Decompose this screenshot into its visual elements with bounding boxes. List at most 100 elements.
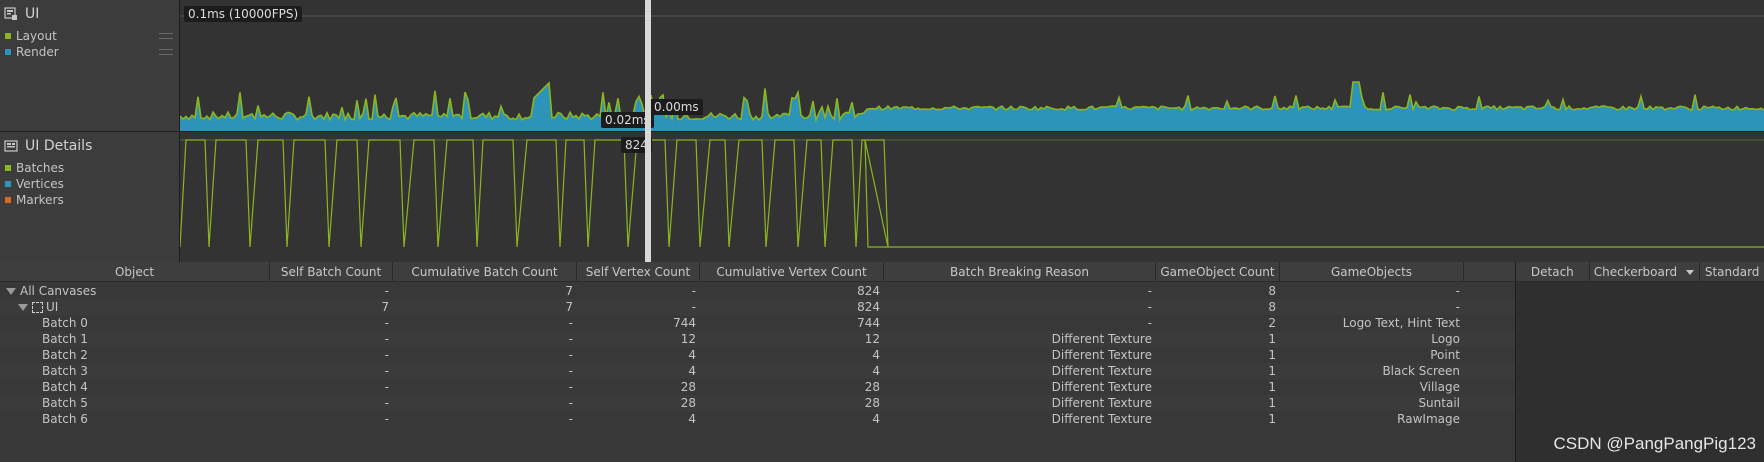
- table-row[interactable]: Batch 6 - - 4 4 Different Texture 1 RawImage: [0, 411, 1515, 427]
- column-header[interactable]: GameObjects: [1280, 262, 1464, 282]
- table-row[interactable]: Batch 5 - - 28 28 Different Texture 1 Suntail: [0, 395, 1515, 411]
- gos-cell: Logo: [1431, 332, 1460, 346]
- layout-swatch: [5, 33, 11, 39]
- ui-timing-graph[interactable]: 0.1ms (10000FPS) 0.02ms 0.00ms: [180, 0, 1764, 132]
- go-count-cell: 1: [1268, 348, 1276, 362]
- legend-vertices-label: Vertices: [16, 177, 64, 191]
- table-row[interactable]: UI 7 7 - 824 - 8 -: [0, 299, 1515, 315]
- object-name-cell: UI: [18, 299, 58, 315]
- legend-batches[interactable]: Batches: [0, 160, 179, 176]
- cum-batch-cell: -: [568, 364, 573, 378]
- batches-line-series: [180, 139, 1764, 248]
- self-batch-cell: -: [384, 348, 389, 362]
- self-batch-cell: -: [384, 364, 389, 378]
- go-count-cell: 2: [1268, 316, 1276, 330]
- batch-table[interactable]: Object Self Batch Count Cumulative Batch…: [0, 262, 1515, 462]
- self-batch-cell: -: [384, 316, 389, 330]
- column-header[interactable]: Cumulative Vertex Count: [700, 262, 884, 282]
- table-row[interactable]: Batch 1 - - 12 12 Different Texture 1 Logo: [0, 331, 1515, 347]
- reason-cell: Different Texture: [1051, 412, 1152, 426]
- mode-button[interactable]: Standard: [1700, 262, 1764, 282]
- cum-vertex-cell: 28: [864, 380, 880, 394]
- legend-layout[interactable]: Layout: [0, 28, 179, 44]
- ui-details-module-panel[interactable]: UI Details Batches Vertices Markers: [0, 132, 180, 262]
- column-header[interactable]: Self Vertex Count: [577, 262, 700, 282]
- self-vertex-cell: -: [691, 300, 696, 314]
- drag-handle-icon[interactable]: [159, 49, 173, 55]
- self-vertex-cell: 4: [688, 412, 696, 426]
- table-row[interactable]: Batch 0 - - 744 744 - 2 Logo Text, Hint Text: [0, 315, 1515, 331]
- go-count-cell: 1: [1268, 332, 1276, 346]
- gos-cell: -: [1455, 284, 1460, 298]
- gos-cell: -: [1455, 300, 1460, 314]
- watermark: CSDN @PangPangPig123: [1553, 434, 1757, 453]
- self-vertex-cell: -: [691, 284, 696, 298]
- ui-details-graph[interactable]: 824: [180, 132, 1764, 262]
- self-vertex-cell: 12: [680, 332, 696, 346]
- self-batch-cell: -: [384, 380, 389, 394]
- self-vertex-cell: 4: [688, 348, 696, 362]
- object-name-cell: Batch 5: [42, 395, 88, 411]
- expand-triangle-icon[interactable]: [6, 288, 16, 295]
- go-count-cell: 8: [1268, 300, 1276, 314]
- drag-handle-icon[interactable]: [159, 33, 173, 39]
- detach-button[interactable]: Detach: [1516, 262, 1590, 282]
- background-dropdown[interactable]: Checkerboard: [1590, 262, 1701, 282]
- ui-details-graph-canvas: [180, 139, 1764, 248]
- ui-timing-graph-canvas: [180, 15, 1764, 131]
- legend-render-label: Render: [16, 45, 59, 59]
- object-name-cell: Batch 3: [42, 363, 88, 379]
- cum-batch-cell: -: [568, 412, 573, 426]
- column-header[interactable]: Object: [0, 262, 270, 282]
- ui-module-panel[interactable]: UI Layout Render: [0, 0, 180, 132]
- legend-batches-label: Batches: [16, 161, 65, 175]
- reason-cell: Different Texture: [1051, 364, 1152, 378]
- cum-batch-cell: -: [568, 348, 573, 362]
- table-row[interactable]: Batch 3 - - 4 4 Different Texture 1 Black Scree…: [0, 363, 1515, 379]
- column-header[interactable]: Cumulative Batch Count: [393, 262, 577, 282]
- table-row[interactable]: All Canvases - 7 - 824 - 8 -: [0, 283, 1515, 299]
- frame-selection-cursor[interactable]: [645, 0, 651, 262]
- gos-cell: Point: [1430, 348, 1460, 362]
- ui-details-module-title: UI Details: [25, 138, 93, 154]
- object-name: Batch 2: [42, 348, 88, 362]
- cum-vertex-cell: 4: [872, 348, 880, 362]
- table-row[interactable]: Batch 4 - - 28 28 Different Texture 1 Village: [0, 379, 1515, 395]
- object-name: Batch 6: [42, 412, 88, 426]
- gos-cell: Village: [1419, 380, 1460, 394]
- table-body: All Canvases - 7 - 824 - 8 - UI 7 7 - 824 - 8 - Batch 0 -…: [0, 283, 1515, 427]
- go-count-cell: 1: [1268, 396, 1276, 410]
- legend-markers[interactable]: Markers: [0, 192, 179, 208]
- expand-triangle-icon[interactable]: [18, 304, 28, 311]
- vertices-swatch: [5, 181, 11, 187]
- column-header[interactable]: Self Batch Count: [270, 262, 393, 282]
- column-header[interactable]: Batch Breaking Reason: [884, 262, 1156, 282]
- cum-batch-cell: -: [568, 316, 573, 330]
- column-header[interactable]: GameObject Count: [1156, 262, 1280, 282]
- ui-module-header[interactable]: UI: [0, 0, 179, 28]
- reason-cell: -: [1147, 284, 1152, 298]
- ui-details-module-icon: [4, 139, 18, 153]
- self-batch-cell: 7: [381, 300, 389, 314]
- legend-vertices[interactable]: Vertices: [0, 176, 179, 192]
- preview-side-panel: Detach Checkerboard Standard CSDN @PangP…: [1515, 262, 1764, 462]
- legend-render[interactable]: Render: [0, 44, 179, 60]
- gos-cell: RawImage: [1397, 412, 1460, 426]
- gos-cell: Black Screen: [1382, 364, 1460, 378]
- table-row[interactable]: Batch 2 - - 4 4 Different Texture 1 Point: [0, 347, 1515, 363]
- ui-details-module-header[interactable]: UI Details: [0, 132, 179, 160]
- cum-vertex-cell: 12: [864, 332, 880, 346]
- object-name-cell: Batch 1: [42, 331, 88, 347]
- self-batch-cell: -: [384, 332, 389, 346]
- legend-markers-label: Markers: [16, 193, 64, 207]
- cum-batch-cell: -: [568, 396, 573, 410]
- object-name: Batch 1: [42, 332, 88, 346]
- reason-cell: Different Texture: [1051, 396, 1152, 410]
- reason-cell: Different Texture: [1051, 332, 1152, 346]
- chevron-down-icon: [1686, 270, 1695, 275]
- reason-cell: -: [1147, 300, 1152, 314]
- cum-vertex-cell: 4: [872, 364, 880, 378]
- go-count-cell: 8: [1268, 284, 1276, 298]
- object-name: Batch 3: [42, 364, 88, 378]
- graph-scale-label: 0.1ms (10000FPS): [184, 6, 303, 22]
